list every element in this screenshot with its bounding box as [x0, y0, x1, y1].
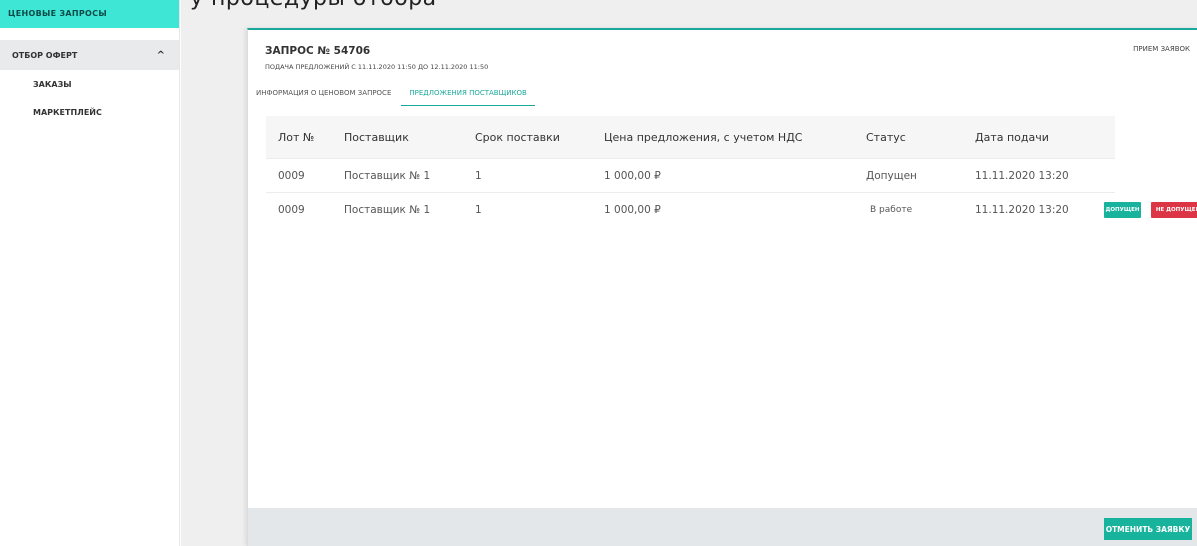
page-title: ЗАПРОС № 54706	[265, 45, 371, 57]
cell-term: 1	[475, 169, 482, 182]
top-banner-text: у процедуры отбора	[190, 0, 790, 10]
chevron-up-icon[interactable]: ^	[157, 50, 165, 61]
table-row[interactable]: 0009 Поставщик № 1 1 1 000,00 ₽ Допущен …	[266, 158, 1115, 192]
sidebar-item-marketplace[interactable]: МАРКЕТПЛЕЙС	[0, 98, 179, 126]
panel-footer: ОТМЕНИТЬ ЗАЯВКУ	[248, 508, 1197, 546]
column-header-lot[interactable]: Лот №	[266, 131, 344, 144]
cell-date: 11.11.2020 13:20	[975, 169, 1069, 182]
cell-status: Допущен	[866, 169, 917, 182]
tab-bar: ИНФОРМАЦИЯ О ЦЕНОВОМ ЗАПРОСЕ ПРЕДЛОЖЕНИЯ…	[248, 80, 535, 106]
approve-button[interactable]: ДОПУЩЕН	[1104, 202, 1141, 218]
table-row[interactable]: 0009 Поставщик № 1 1 1 000,00 ₽ В работе…	[266, 192, 1197, 226]
request-panel: ЗАПРОС № 54706 ПОДАЧА ПРЕДЛОЖЕНИЙ С 11.1…	[247, 28, 1197, 546]
column-header-date[interactable]: Дата подачи	[975, 131, 1115, 144]
column-header-status[interactable]: Статус	[866, 131, 975, 144]
sidebar-item-price-requests[interactable]: ЦЕНОВЫЕ ЗАПРОСЫ	[0, 0, 179, 28]
offers-table: Лот № Поставщик Срок поставки Цена предл…	[266, 116, 1197, 226]
cell-date: 11.11.2020 13:20	[975, 203, 1069, 216]
cell-status: В работе	[870, 204, 913, 215]
column-header-price[interactable]: Цена предложения, с учетом НДС	[604, 131, 866, 144]
reject-button[interactable]: НЕ ДОПУЩЕН	[1151, 202, 1197, 218]
cell-supplier: Поставщик № 1	[344, 203, 431, 216]
cell-price: 1 000,00 ₽	[604, 203, 661, 216]
sidebar: ЦЕНОВЫЕ ЗАПРОСЫ ОТБОР ОФЕРТ ^ ЗАКАЗЫ МАР…	[0, 0, 180, 546]
submission-period: ПОДАЧА ПРЕДЛОЖЕНИЙ С 11.11.2020 11:50 ДО…	[265, 63, 489, 71]
column-header-term[interactable]: Срок поставки	[475, 131, 604, 144]
cell-lot: 0009	[278, 203, 305, 216]
column-header-supplier[interactable]: Поставщик	[344, 131, 475, 144]
cell-supplier: Поставщик № 1	[344, 169, 431, 182]
cell-price: 1 000,00 ₽	[604, 169, 661, 182]
cell-term: 1	[475, 203, 482, 216]
sidebar-group-label: ОТБОР ОФЕРТ	[12, 50, 78, 60]
cell-lot: 0009	[278, 169, 305, 182]
cancel-request-button[interactable]: ОТМЕНИТЬ ЗАЯВКУ	[1104, 518, 1192, 540]
table-header: Лот № Поставщик Срок поставки Цена предл…	[266, 116, 1115, 158]
sidebar-group-offer-selection[interactable]: ОТБОР ОФЕРТ ^	[0, 40, 179, 70]
tab-request-info[interactable]: ИНФОРМАЦИЯ О ЦЕНОВОМ ЗАПРОСЕ	[248, 80, 399, 106]
reception-status: ПРИЕМ ЗАЯВОК	[1133, 45, 1190, 53]
tab-supplier-offers[interactable]: ПРЕДЛОЖЕНИЯ ПОСТАВЩИКОВ	[401, 80, 535, 106]
sidebar-item-orders[interactable]: ЗАКАЗЫ	[0, 70, 179, 98]
